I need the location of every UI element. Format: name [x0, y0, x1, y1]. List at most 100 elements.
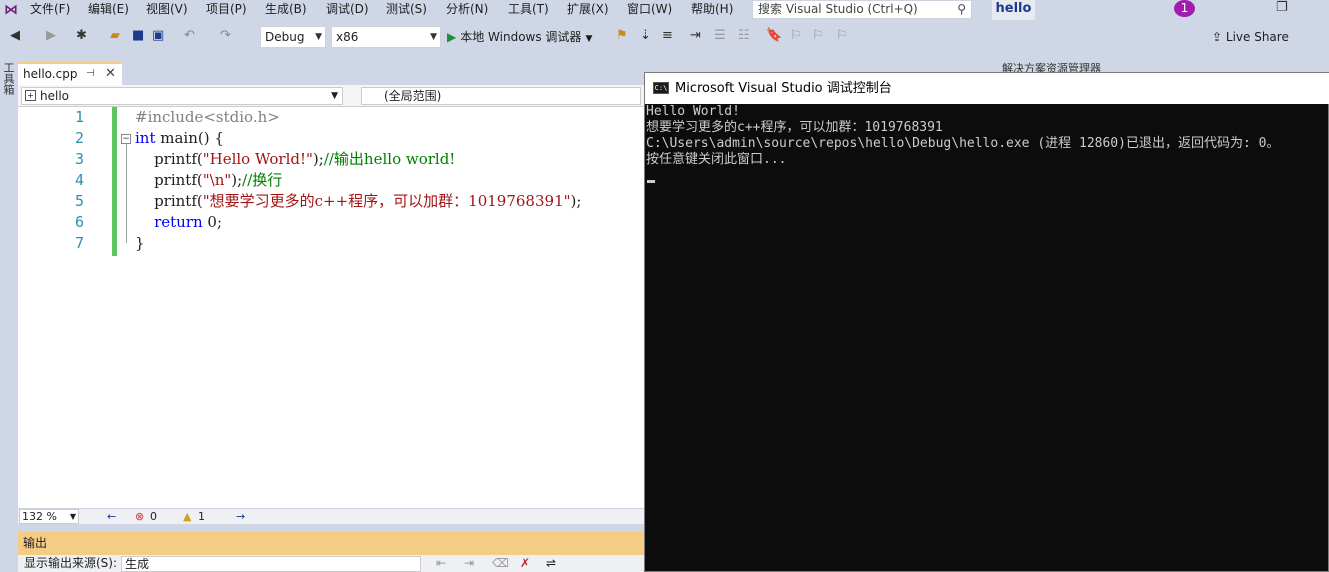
toolbox-tab[interactable]: 工具箱 [0, 62, 16, 95]
line-number: 4 [74, 171, 84, 189]
forward-icon[interactable]: ▶ [46, 28, 56, 44]
prev-issue-icon[interactable]: ← [107, 510, 116, 524]
indent-icon[interactable]: ⇥ [690, 28, 701, 44]
next-message-icon[interactable]: ⇥ [464, 555, 474, 572]
step-icon[interactable]: ⇣ [640, 28, 651, 44]
comment-icon[interactable]: ☰ [714, 28, 726, 44]
menu-build[interactable]: 生成(B) [265, 0, 307, 20]
undo-icon[interactable]: ↶ [184, 28, 195, 44]
redo-icon[interactable]: ↷ [220, 28, 231, 44]
platform-select[interactable]: x86 ▼ [331, 26, 441, 48]
uncomment-icon[interactable]: ☷ [738, 28, 750, 44]
output-panel-title[interactable]: 输出 [18, 532, 644, 555]
new-project-icon[interactable]: ✱ [76, 28, 87, 44]
find-in-files-icon[interactable]: ⚑ [616, 28, 628, 44]
restore-window-icon[interactable]: ❐ [1276, 0, 1288, 15]
save-icon[interactable]: ■ [132, 28, 144, 44]
play-icon: ▶ [447, 30, 457, 44]
global-scope-select[interactable]: (全局范围) [361, 87, 641, 105]
error-count[interactable]: 0 [150, 510, 157, 524]
code-line: #include<stdio.h> [135, 107, 280, 128]
share-icon: ⇪ [1212, 30, 1223, 44]
configuration-value: Debug [265, 30, 305, 44]
output-source-select[interactable]: 生成 [121, 556, 421, 572]
prev-message-icon[interactable]: ⇤ [436, 555, 446, 572]
save-all-icon[interactable]: ▣ [152, 28, 164, 44]
menu-project[interactable]: 项目(P) [206, 0, 247, 20]
project-scope-select[interactable]: + hello ▼ [21, 87, 343, 105]
clear-bookmarks-icon[interactable]: ⚐ [836, 28, 848, 44]
global-scope-value: (全局范围) [384, 89, 442, 103]
bookmark-icon[interactable]: 🔖 [766, 28, 782, 44]
open-file-icon[interactable]: ▰ [110, 28, 120, 44]
keyword: return [135, 213, 203, 231]
string-literal: "想要学习更多的c++程序，可以加群：1019768391" [202, 192, 571, 210]
console-output-line: 按任意键关闭此窗口... [646, 152, 787, 167]
console-output-line: Hello World! [646, 104, 740, 119]
fold-guide [126, 143, 127, 243]
clear-all-icon[interactable]: ✗ [520, 555, 530, 572]
run-label: 本地 Windows 调试器 [460, 30, 582, 44]
solution-name: hello [992, 0, 1035, 20]
menu-tools[interactable]: 工具(T) [508, 0, 549, 20]
project-icon: + [25, 90, 36, 101]
string-literal: "\n" [202, 171, 232, 189]
start-debugger-button[interactable]: ▶ 本地 Windows 调试器 ▼ [447, 26, 592, 48]
menu-test[interactable]: 测试(S) [386, 0, 427, 20]
menu-window[interactable]: 窗口(W) [627, 0, 672, 20]
line-number: 5 [74, 192, 84, 210]
console-title-bar[interactable]: C:\ Microsoft Visual Studio 调试控制台 [645, 73, 1329, 104]
line-number: 3 [74, 150, 84, 168]
zoom-select[interactable]: 132 % ▼ [19, 509, 79, 524]
code-editor[interactable]: 1 2 3 4 5 6 7 − #include<stdio.h> int ma… [18, 107, 644, 508]
code-text: ); [231, 171, 243, 189]
line-number: 7 [74, 234, 84, 252]
back-icon[interactable]: ◀ [10, 28, 20, 44]
code-text: printf( [135, 192, 203, 210]
console-cursor [647, 180, 655, 183]
console-output-line: C:\Users\admin\source\repos\hello\Debug\… [646, 136, 1280, 151]
menu-view[interactable]: 视图(V) [146, 0, 188, 20]
project-scope-value: hello [40, 89, 69, 103]
menu-help[interactable]: 帮助(H) [691, 0, 733, 20]
comment: //换行 [242, 171, 283, 189]
saved-changes-bar [112, 107, 117, 256]
menu-file[interactable]: 文件(F) [30, 0, 70, 20]
pin-icon[interactable]: ⊣ [86, 64, 95, 84]
chevron-down-icon: ▼ [585, 34, 593, 44]
warning-count[interactable]: 1 [198, 510, 205, 524]
menu-edit[interactable]: 编辑(E) [88, 0, 129, 20]
code-line: } [135, 233, 145, 254]
line-number: 2 [74, 129, 84, 147]
prev-bookmark-icon[interactable]: ⚐ [790, 28, 802, 44]
collapse-icon[interactable]: − [121, 134, 131, 144]
output-source-label: 显示输出来源(S): [24, 556, 118, 570]
search-input[interactable]: 搜索 Visual Studio (Ctrl+Q) ⚲ [752, 0, 972, 19]
menu-debug[interactable]: 调试(D) [326, 0, 369, 20]
word-wrap-icon[interactable]: ⇌ [546, 555, 556, 572]
keyword: int [135, 129, 156, 147]
clear-icon[interactable]: ⌫ [492, 555, 509, 572]
menu-extensions[interactable]: 扩展(X) [567, 0, 609, 20]
menu-analyze[interactable]: 分析(N) [446, 0, 488, 20]
code-text: printf( [135, 171, 203, 189]
output-source-value: 生成 [125, 557, 150, 571]
code-text: printf( [135, 150, 203, 168]
code-line: int main() { [135, 128, 224, 149]
code-line: printf("想要学习更多的c++程序，可以加群：1019768391"); [135, 191, 581, 212]
close-icon[interactable]: ✕ [105, 64, 116, 84]
standard-toolbar: ◀ ▶ ✱ ▰ ■ ▣ ↶ ↷ Debug ▼ x86 ▼ ▶ 本地 Window… [0, 23, 1329, 51]
next-issue-icon[interactable]: → [236, 510, 245, 524]
next-bookmark-icon[interactable]: ⚐ [812, 28, 824, 44]
live-share-button[interactable]: ⇪ Live Share [1212, 27, 1289, 47]
chevron-down-icon: ▼ [315, 32, 322, 42]
console-icon: C:\ [653, 82, 669, 94]
outline-icon[interactable]: ≡ [662, 28, 673, 44]
debug-console-window[interactable]: C:\ Microsoft Visual Studio 调试控制台 Hello … [644, 72, 1329, 572]
configuration-select[interactable]: Debug ▼ [260, 26, 326, 48]
notification-badge[interactable]: 1 [1174, 0, 1195, 17]
code-line: printf("Hello World!");//输出hello world! [135, 149, 455, 170]
code-line: return 0; [135, 212, 222, 233]
tab-hello-cpp[interactable]: hello.cpp ⊣ ✕ [18, 62, 122, 85]
comment: //输出hello world! [323, 150, 456, 168]
